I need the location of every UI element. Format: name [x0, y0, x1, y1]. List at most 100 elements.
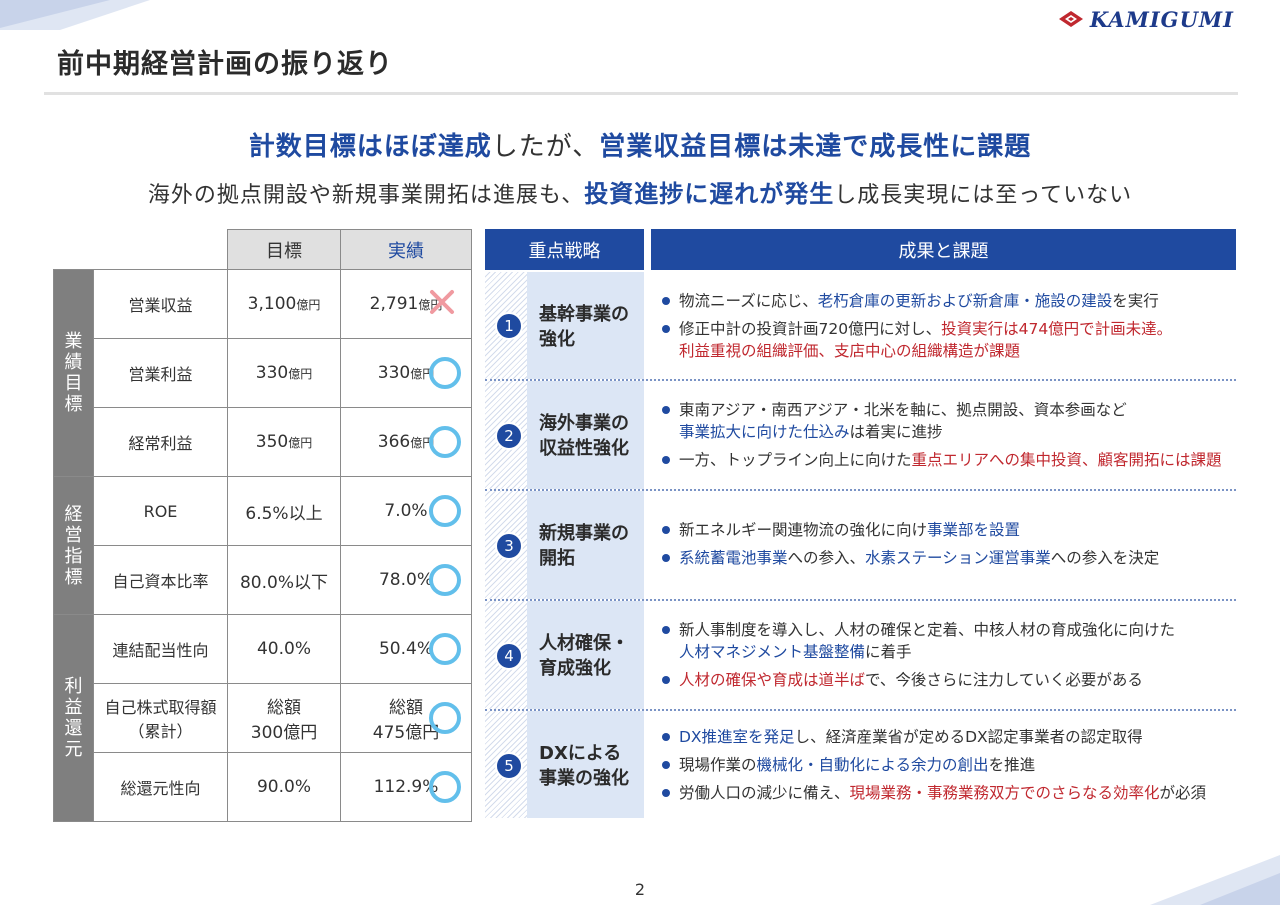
item-label: 営業利益	[93, 338, 228, 408]
circle-mark-icon	[429, 633, 461, 665]
strategy-number-badge: 2	[495, 422, 523, 450]
strategy-row: 5 DXによる 事業の強化 DX推進室を発足し、経済産業省が定めるDX認定事業者の…	[485, 711, 1236, 818]
logo-mark-icon	[1058, 11, 1083, 27]
column-header-target: 目標	[227, 229, 341, 270]
strategy-row: 4 人材確保・ 育成強化 新人事制度を導入し、人材の確保と定着、中核人材の育成強化…	[485, 601, 1236, 711]
table-row: 利益還元 連結配当性向 40.0% 50.4%	[53, 614, 472, 822]
item-label: ROE	[93, 476, 228, 546]
bullet-icon	[662, 761, 670, 769]
results-header: 成果と課題	[651, 229, 1236, 270]
actual-value: 50.4%	[340, 614, 472, 684]
table-row: 経営指標 ROE 6.5%以上 7.0%	[53, 476, 472, 615]
circle-mark-icon	[429, 426, 461, 458]
company-logo: KAMIGUMI	[1058, 6, 1234, 32]
item-label: 経常利益	[93, 407, 228, 477]
bullet-icon	[662, 297, 670, 305]
subheadline: 海外の拠点開設や新規事業開拓は進展も、投資進捗に遅れが発生し成長実現には至ってい…	[0, 174, 1280, 209]
target-value: 総額 300億円	[227, 683, 341, 753]
group-label: 経営指標	[53, 476, 94, 615]
item-label: 自己資本比率	[93, 545, 228, 615]
strategy-number-badge: 3	[495, 532, 523, 560]
strategy-row: 3 新規事業の 開拓 新エネルギー関連物流の強化に向け事業部を設置 系統蓄電池事業…	[485, 491, 1236, 601]
result-list: 東南アジア・南西アジア・北米を軸に、拠点開設、資本参画など 事業拡大に向けた仕込み…	[659, 399, 1222, 477]
circle-mark-icon	[429, 357, 461, 389]
strategy-name: 新規事業の 開拓	[539, 523, 629, 569]
result-list: 新エネルギー関連物流の強化に向け事業部を設置 系統蓄電池事業への参入、水素ステー…	[659, 519, 1159, 575]
cross-mark-icon	[430, 290, 454, 314]
group-label: 利益還元	[53, 614, 94, 822]
page-title: 前中期経営計画の振り返り	[57, 49, 393, 80]
headline: 計数目標はほぼ達成したが、営業収益目標は未達で成長性に課題	[0, 126, 1280, 163]
list-item: 物流ニーズに応じ、老朽倉庫の更新および新倉庫・施設の建設を実行	[659, 290, 1172, 312]
result-list: 新人事制度を導入し、人材の確保と定着、中核人材の育成強化に向けた 人材マネジメント…	[659, 619, 1175, 697]
subline-part1: 海外の拠点開設や新規事業開拓は進展も、	[147, 183, 585, 208]
target-value: 330億円	[227, 338, 341, 408]
bullet-icon	[662, 789, 670, 797]
headline-part3: 営業収益目標は未達で成長性に課題	[599, 132, 1032, 162]
item-label: 営業収益	[93, 269, 228, 339]
page-number: 2	[634, 880, 646, 899]
table-row: 経常利益 350億円 366億円	[54, 407, 472, 477]
list-item: DX推進室を発足し、経済産業省が定めるDX認定事業者の認定取得	[659, 726, 1206, 748]
circle-mark-icon	[429, 495, 461, 527]
bullet-icon	[662, 626, 670, 634]
strategy-row: 1 基幹事業の 強化 物流ニーズに応じ、老朽倉庫の更新および新倉庫・施設の建設を実…	[485, 272, 1236, 381]
strategy-name: 人材確保・ 育成強化	[539, 633, 629, 679]
target-value: 40.0%	[227, 614, 341, 684]
list-item: 一方、トップライン向上に向けた重点エリアへの集中投資、顧客開拓には課題	[659, 449, 1222, 471]
item-label: 連結配当性向	[93, 614, 228, 684]
actual-value: 78.0%	[340, 545, 472, 615]
bullet-icon	[662, 554, 670, 562]
actual-value: 112.9%	[340, 752, 472, 822]
list-item: 東南アジア・南西アジア・北米を軸に、拠点開設、資本参画など 事業拡大に向けた仕込み…	[659, 399, 1222, 443]
actual-value: 総額 475億円	[340, 683, 472, 753]
table-row: 自己株式取得額 （累計） 総額 300億円 総額 475億円	[54, 683, 472, 753]
list-item: 新人事制度を導入し、人材の確保と定着、中核人材の育成強化に向けた 人材マネジメント…	[659, 619, 1175, 663]
logo-text: KAMIGUMI	[1089, 6, 1234, 32]
actual-value: 330億円	[340, 338, 472, 408]
bullet-icon	[662, 526, 670, 534]
item-label: 自己株式取得額 （累計）	[93, 683, 228, 753]
target-value: 6.5%以上	[227, 476, 341, 546]
target-value: 350億円	[227, 407, 341, 477]
strategy-number-badge: 5	[495, 752, 523, 780]
target-value: 90.0%	[227, 752, 341, 822]
bullet-icon	[662, 733, 670, 741]
kpi-table: 目標 実績 業績目標 営業収益 3,100億円 2,791億円 営業利益 330…	[53, 229, 472, 822]
corner-decoration-top-left	[0, 0, 150, 30]
strategy-row: 2 海外事業の 収益性強化 東南アジア・南西アジア・北米を軸に、拠点開設、資本参画…	[485, 381, 1236, 491]
strategy-name: 海外事業の 収益性強化	[539, 413, 629, 459]
circle-mark-icon	[429, 771, 461, 803]
list-item: 系統蓄電池事業への参入、水素ステーション運営事業への参入を決定	[659, 547, 1159, 569]
list-item: 人材の確保や育成は道半ばで、今後さらに注力していく必要がある	[659, 669, 1175, 691]
actual-value: 2,791億円	[340, 269, 472, 339]
target-value: 80.0%以下	[227, 545, 341, 615]
bullet-icon	[662, 406, 670, 414]
group-label: 業績目標	[53, 269, 94, 477]
subline-part3: し成長実現には至っていない	[834, 183, 1133, 208]
table-row: 営業利益 330億円 330億円	[54, 338, 472, 408]
headline-part2: したが、	[491, 132, 600, 162]
strategy-number-badge: 1	[495, 312, 523, 340]
headline-part1: 計数目標はほぼ達成	[248, 132, 492, 162]
table-row: 自己資本比率 80.0%以下 78.0%	[54, 545, 472, 615]
table-row: 業績目標 営業収益 3,100億円 2,791億円	[53, 269, 472, 477]
actual-value: 366億円	[340, 407, 472, 477]
actual-value: 7.0%	[340, 476, 472, 546]
result-list: 物流ニーズに応じ、老朽倉庫の更新および新倉庫・施設の建設を実行 修正中計の投資計…	[659, 290, 1172, 368]
column-header-actual: 実績	[340, 229, 472, 270]
list-item: 現場作業の機械化・自動化による余力の創出を推進	[659, 754, 1206, 776]
strategy-number-badge: 4	[495, 642, 523, 670]
item-label: 総還元性向	[93, 752, 228, 822]
list-item: 労働人口の減少に備え、現場業務・事務業務双方でのさらなる効率化が必須	[659, 782, 1206, 804]
title-divider	[44, 92, 1238, 95]
strategy-name: DXによる 事業の強化	[539, 743, 629, 789]
list-item: 新エネルギー関連物流の強化に向け事業部を設置	[659, 519, 1159, 541]
target-value: 3,100億円	[227, 269, 341, 339]
circle-mark-icon	[429, 702, 461, 734]
list-item: 修正中計の投資計画720億円に対し、投資実行は474億円で計画未達。 利益重視の組…	[659, 318, 1172, 362]
result-list: DX推進室を発足し、経済産業省が定めるDX認定事業者の認定取得 現場作業の機械化…	[659, 726, 1206, 810]
bullet-icon	[662, 325, 670, 333]
subline-part2: 投資進捗に遅れが発生	[584, 180, 835, 208]
bullet-icon	[662, 456, 670, 464]
